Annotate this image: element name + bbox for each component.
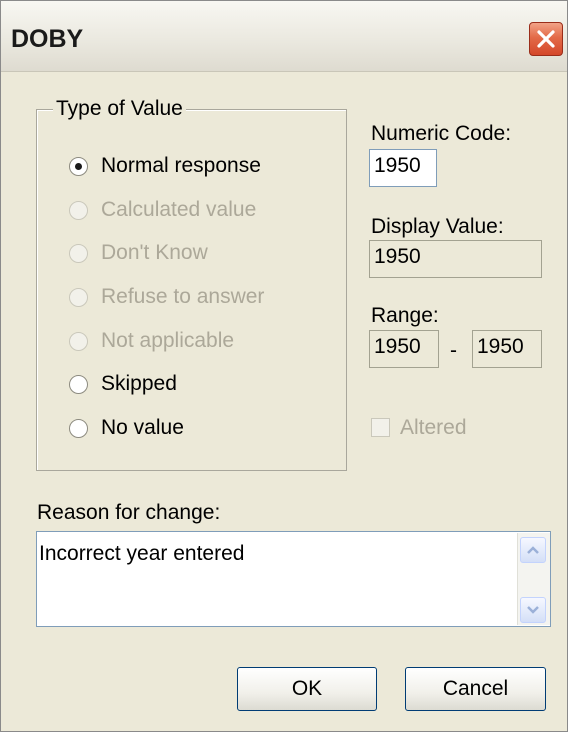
range-label: Range: [371,304,439,327]
radio-skipped[interactable]: Skipped [69,370,177,398]
range-from-field: 1950 [369,330,439,368]
type-of-value-legend: Type of Value [53,97,186,121]
radio-label: Skipped [101,372,177,395]
display-value-field: 1950 [369,240,542,278]
range-separator: - [450,339,457,362]
dialog-window: DOBY Type of Value Normal response Calcu… [0,0,568,732]
radio-circle [69,287,88,307]
cancel-button[interactable]: Cancel [405,667,546,711]
numeric-code-input[interactable]: 1950 [369,149,437,187]
window-title: DOBY [11,25,84,53]
radio-dont-know: Don't Know [69,239,208,267]
altered-checkbox [371,418,390,437]
radio-circle[interactable] [69,374,88,394]
scroll-down-button[interactable] [520,597,546,623]
radio-circle[interactable] [69,156,88,176]
radio-calculated-value: Calculated value [69,196,256,224]
display-value-label: Display Value: [371,215,504,238]
radio-label: Not applicable [101,329,235,352]
radio-circle [69,331,88,351]
reason-text: Incorrect year entered [39,542,245,565]
altered-label: Altered [400,416,467,439]
close-x-icon [537,30,555,48]
radio-label: Normal response [101,154,261,177]
ok-button[interactable]: OK [237,667,377,711]
title-bar: DOBY [1,1,567,72]
reason-label: Reason for change: [37,501,221,524]
numeric-code-label: Numeric Code: [371,122,512,145]
radio-circle [69,200,88,220]
radio-circle[interactable] [69,418,88,438]
scroll-up-button[interactable] [520,537,546,563]
radio-circle [69,243,88,263]
close-button[interactable] [529,22,563,56]
radio-normal-response[interactable]: Normal response [69,152,261,180]
radio-label: No value [101,416,184,439]
arrow-down-icon [527,606,539,614]
radio-not-applicable: Not applicable [69,327,234,355]
radio-refuse-to-answer: Refuse to answer [69,283,264,311]
arrow-up-icon [527,546,539,554]
radio-label: Don't Know [101,241,208,264]
radio-label: Calculated value [101,198,257,221]
radio-label: Refuse to answer [101,285,265,308]
range-to-field: 1950 [472,330,542,368]
radio-no-value[interactable]: No value [69,414,184,442]
